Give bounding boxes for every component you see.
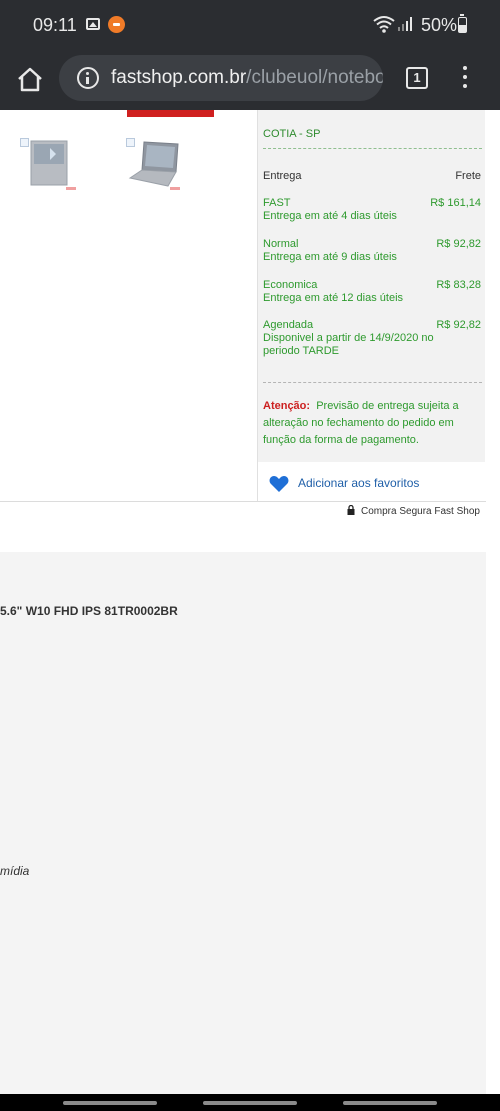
buy-button-edge[interactable] <box>127 110 214 117</box>
thumbnail-select-icon <box>20 138 29 147</box>
product-thumbnail-1[interactable] <box>20 136 80 196</box>
add-to-favorites-button[interactable]: Adicionar aos favoritos <box>257 462 486 502</box>
shipping-option-price: R$ 92,82 <box>436 238 481 250</box>
product-description-section: 5.6" W10 FHD IPS 81TR0002BR mídia <box>0 552 486 1094</box>
shipping-option-name: Agendada <box>263 319 314 331</box>
shipping-option-name: Normal <box>263 238 299 250</box>
shipping-option-name: FAST <box>263 197 291 209</box>
favorites-label: Adicionar aos favoritos <box>298 476 420 490</box>
shipping-option-name: Economica <box>263 279 318 291</box>
url-path: /clubeuol/notebo <box>246 67 383 88</box>
shipping-option-desc: Disponivel a partir de 14/9/2020 no peri… <box>263 332 434 357</box>
wifi-icon <box>373 16 395 33</box>
site-info-icon[interactable] <box>77 67 99 89</box>
browser-toolbar: fastshop.com.br/clubeuol/notebo 1 <box>0 50 500 110</box>
home-icon[interactable] <box>16 66 44 94</box>
shipping-option-desc: Entrega em até 9 dias úteis <box>263 251 397 263</box>
divider <box>263 148 482 149</box>
url-host: fastshop.com.br <box>111 67 247 88</box>
product-thumbnail-2[interactable] <box>126 136 186 196</box>
section-divider <box>0 501 486 502</box>
shipping-option-price: R$ 161,14 <box>430 197 481 209</box>
tab-switcher-button[interactable]: 1 <box>406 67 428 89</box>
shipping-option-desc: Entrega em até 12 dias úteis <box>263 292 404 304</box>
delivery-warning: Atenção: Previsão de entrega sujeita a a… <box>263 398 478 449</box>
system-navigation-bar <box>0 1094 500 1111</box>
product-title: 5.6" W10 FHD IPS 81TR0002BR <box>0 604 178 618</box>
gallery-notification-icon <box>86 18 100 30</box>
signal-icon <box>398 17 412 31</box>
divider <box>263 382 482 383</box>
thumbnail-marker <box>66 187 76 190</box>
nav-back-button[interactable] <box>343 1101 437 1105</box>
lock-icon <box>347 505 355 515</box>
address-bar[interactable]: fastshop.com.br/clubeuol/notebo <box>59 55 383 101</box>
product-media-text: mídia <box>0 864 30 878</box>
freight-column-header: Frete <box>455 170 481 182</box>
shipping-city: COTIA - SP <box>263 128 321 140</box>
delivery-column-header: Entrega <box>263 170 302 182</box>
laptop-image <box>128 141 179 187</box>
battery-percent: 50% <box>421 15 458 35</box>
secure-purchase-text: Compra Segura Fast Shop <box>361 506 480 517</box>
thumbnail-marker <box>170 187 180 190</box>
page-content: COTIA - SP Entrega Frete FAST R$ 161,14 … <box>0 110 500 1094</box>
secure-purchase-badge: Compra Segura Fast Shop <box>347 505 480 517</box>
url-text[interactable]: fastshop.com.br/clubeuol/notebo <box>111 67 383 89</box>
shipping-option-price: R$ 92,82 <box>436 319 481 331</box>
shipping-option-price: R$ 83,28 <box>436 279 481 291</box>
app-notification-icon <box>108 16 125 33</box>
overflow-menu-icon[interactable] <box>460 66 470 92</box>
nav-home-button[interactable] <box>203 1101 297 1105</box>
shipping-panel: COTIA - SP Entrega Frete FAST R$ 161,14 … <box>257 110 485 462</box>
status-bar: 09:11 50% <box>0 0 500 50</box>
battery-icon <box>458 14 467 33</box>
status-time: 09:11 <box>33 15 77 35</box>
heart-icon <box>269 476 289 492</box>
nav-recent-button[interactable] <box>63 1101 157 1105</box>
laptop-image <box>30 140 68 186</box>
warning-label: Atenção: <box>263 400 311 412</box>
shipping-option-desc: Entrega em até 4 dias úteis <box>263 210 397 222</box>
